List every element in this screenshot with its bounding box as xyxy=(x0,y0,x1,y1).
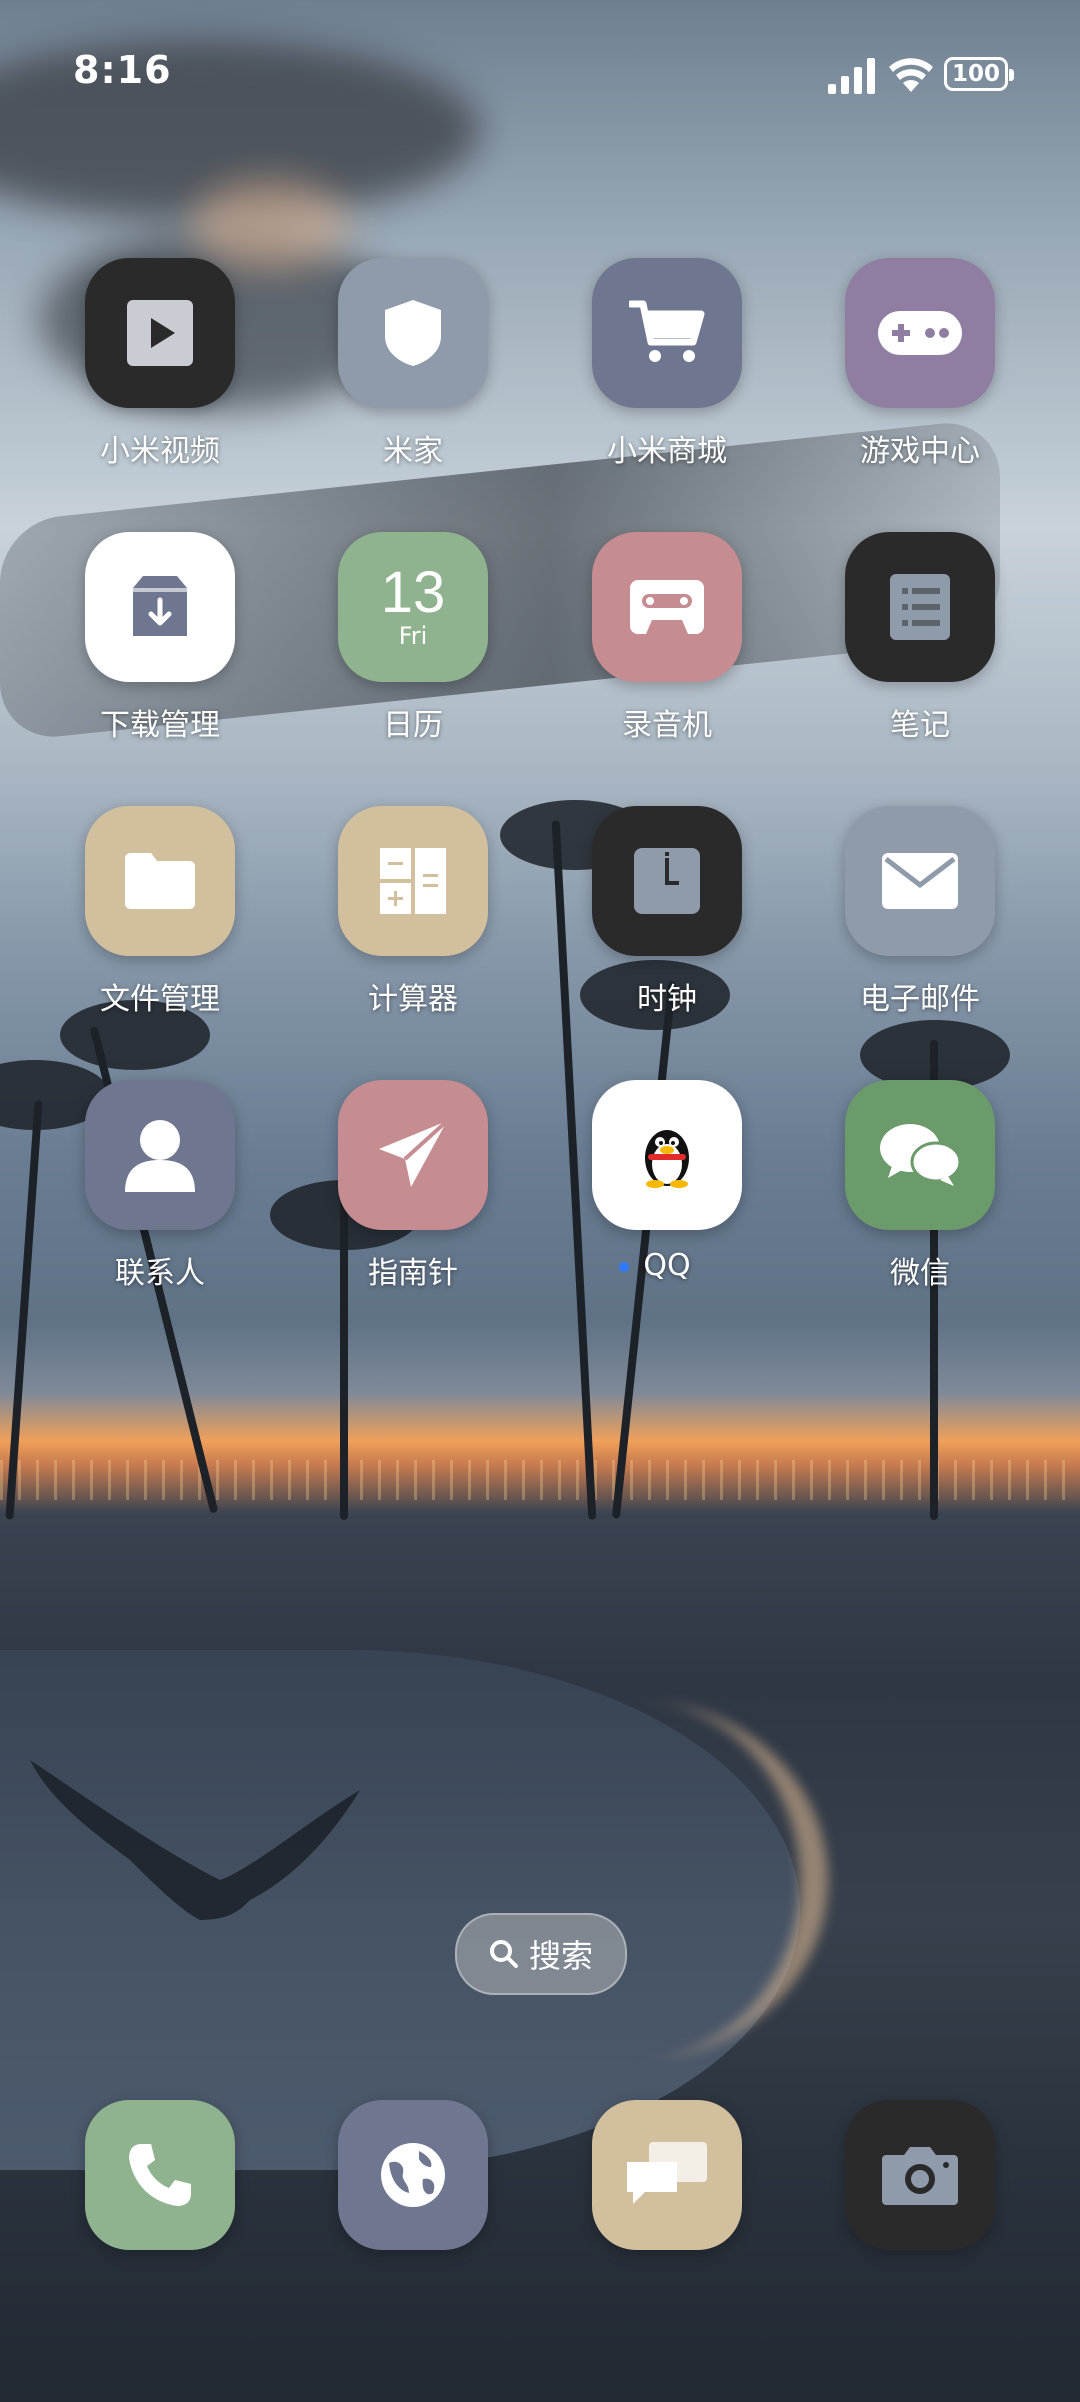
app-label: 计算器 xyxy=(368,982,458,1017)
app-game-center[interactable]: 游戏中心 xyxy=(805,258,1035,478)
calendar-icon: 13 Fri xyxy=(338,532,488,682)
paper-plane-icon xyxy=(338,1080,488,1230)
app-wechat[interactable]: 微信 xyxy=(805,1080,1035,1300)
search-button[interactable]: 搜索 xyxy=(455,1913,627,1995)
clock-icon xyxy=(592,806,742,956)
shield-icon xyxy=(338,258,488,408)
app-calendar[interactable]: 13 Fri 日历 xyxy=(298,532,528,752)
camera-icon xyxy=(845,2100,995,2250)
status-time: 8:16 xyxy=(73,48,172,92)
notes-icon xyxy=(845,532,995,682)
app-contacts[interactable]: 联系人 xyxy=(45,1080,275,1300)
wallpaper-bird xyxy=(30,1760,360,1920)
video-play-icon xyxy=(85,258,235,408)
app-mi-store[interactable]: 小米商城 xyxy=(552,258,782,478)
battery-level: 100 xyxy=(951,61,1000,87)
wallpaper-cloud xyxy=(190,180,350,270)
home-screen: 8:16 100 小米视频 米家 小米商城 游戏中心 下载管理 13 Fri 日… xyxy=(0,0,1080,2402)
search-icon xyxy=(489,1940,518,1968)
phone-icon xyxy=(85,2100,235,2250)
app-label: 米家 xyxy=(383,434,443,469)
wallpaper-palm xyxy=(5,1100,43,1520)
messages-icon xyxy=(592,2100,742,2250)
app-notes[interactable]: 笔记 xyxy=(805,532,1035,752)
dock-browser[interactable] xyxy=(298,2100,528,2260)
gamepad-icon xyxy=(845,258,995,408)
search-label: 搜索 xyxy=(528,1937,593,1975)
app-label: 录音机 xyxy=(622,708,712,743)
folder-icon xyxy=(85,806,235,956)
app-calculator[interactable]: 计算器 xyxy=(298,806,528,1026)
app-file-manager[interactable]: 文件管理 xyxy=(45,806,275,1026)
app-email[interactable]: 电子邮件 xyxy=(805,806,1035,1026)
wechat-bubbles-icon xyxy=(845,1080,995,1230)
app-label: 日历 xyxy=(383,708,443,743)
app-label: 小米视频 xyxy=(100,434,220,469)
contact-person-icon xyxy=(85,1080,235,1230)
dock-messages[interactable] xyxy=(552,2100,782,2260)
app-mi-video[interactable]: 小米视频 xyxy=(45,258,275,478)
app-recorder[interactable]: 录音机 xyxy=(552,532,782,752)
app-label: 微信 xyxy=(890,1256,950,1291)
qq-penguin-icon xyxy=(592,1080,742,1230)
battery-indicator: 100 xyxy=(944,57,1014,91)
globe-icon xyxy=(338,2100,488,2250)
cassette-icon xyxy=(592,532,742,682)
app-label: 时钟 xyxy=(637,982,697,1017)
download-box-icon xyxy=(85,532,235,682)
app-downloads[interactable]: 下载管理 xyxy=(45,532,275,752)
app-label: QQ xyxy=(643,1248,691,1283)
dock-phone[interactable] xyxy=(45,2100,275,2260)
app-label: 下载管理 xyxy=(100,708,220,743)
app-qq[interactable]: QQ xyxy=(552,1080,782,1300)
calculator-icon xyxy=(338,806,488,956)
app-label: 笔记 xyxy=(890,708,950,743)
app-label: 联系人 xyxy=(115,1256,205,1291)
app-label: 小米商城 xyxy=(607,434,727,469)
new-install-dot xyxy=(619,1262,630,1272)
app-label: 电子邮件 xyxy=(860,982,980,1017)
calendar-weekday: Fri xyxy=(398,622,428,650)
cellular-signal-icon xyxy=(828,58,875,94)
wifi-icon xyxy=(889,58,933,92)
mail-icon xyxy=(845,806,995,956)
app-label-wrap: QQ xyxy=(619,1248,691,1283)
calendar-day: 13 xyxy=(380,560,446,625)
wallpaper-shore-glow xyxy=(440,1700,828,2060)
status-bar: 8:16 100 xyxy=(0,0,1080,150)
dock-camera[interactable] xyxy=(805,2100,1035,2260)
app-label: 指南针 xyxy=(368,1256,458,1291)
app-clock[interactable]: 时钟 xyxy=(552,806,782,1026)
app-label: 游戏中心 xyxy=(860,434,980,469)
wallpaper-horizon-lights xyxy=(0,1460,1080,1500)
shopping-cart-icon xyxy=(592,258,742,408)
app-label: 文件管理 xyxy=(100,982,220,1017)
app-compass[interactable]: 指南针 xyxy=(298,1080,528,1300)
app-mijia[interactable]: 米家 xyxy=(298,258,528,478)
